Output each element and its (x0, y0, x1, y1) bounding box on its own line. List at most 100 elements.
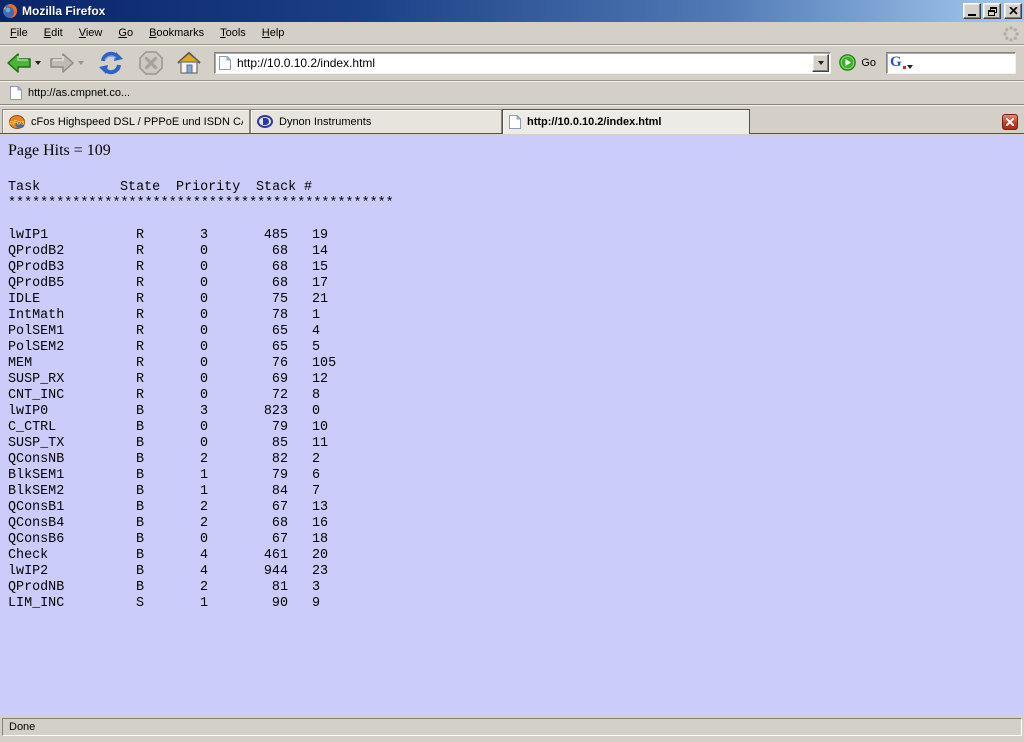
cell-priority: 0 (200, 356, 208, 371)
forward-dropdown-button[interactable] (75, 48, 86, 78)
cell-stack: 78 (208, 308, 288, 323)
cell-number: 105 (312, 356, 336, 371)
cell-state: R (136, 340, 144, 355)
cell-number: 19 (312, 228, 328, 243)
cell-task: lwIP0 (8, 404, 48, 419)
bookmark-label: http://as.cmpnet.co... (28, 87, 130, 99)
cell-number: 6 (312, 468, 320, 483)
menu-help[interactable]: Help (254, 24, 293, 42)
cell-priority: 0 (200, 388, 208, 403)
tab-1[interactable]: cFoscFos Highspeed DSL / PPPoE und ISDN … (2, 109, 250, 133)
reload-button[interactable] (96, 48, 126, 78)
cell-priority: 0 (200, 372, 208, 387)
cell-task: C_CTRL (8, 420, 56, 435)
cell-stack: 68 (208, 516, 288, 531)
cell-number: 2 (312, 452, 320, 467)
cell-stack: 68 (208, 260, 288, 275)
cfos-icon: cFos (9, 115, 25, 129)
url-dropdown-button[interactable] (812, 54, 829, 72)
go-button[interactable] (839, 54, 856, 71)
statusbar: Done (0, 716, 1024, 742)
close-tab-button[interactable] (1002, 114, 1018, 130)
table-row: MEMR076105 (0, 356, 1024, 372)
dynon-icon (257, 115, 273, 128)
menu-go[interactable]: Go (110, 24, 141, 42)
cell-task: IntMath (8, 308, 64, 323)
cell-task: SUSP_RX (8, 372, 64, 387)
home-button[interactable] (174, 48, 204, 78)
titlebar: Mozilla Firefox (0, 0, 1024, 22)
svg-text:cFos: cFos (9, 119, 25, 126)
menu-edit[interactable]: Edit (36, 24, 71, 42)
cell-number: 15 (312, 260, 328, 275)
url-input[interactable] (237, 56, 812, 70)
cell-number: 16 (312, 516, 328, 531)
cell-task: QProdB5 (8, 276, 64, 291)
back-button[interactable] (6, 48, 32, 78)
cell-priority: 2 (200, 516, 208, 531)
menu-tools[interactable]: Tools (212, 24, 254, 42)
bookmark-item[interactable]: http://as.cmpnet.co... (6, 84, 134, 102)
menu-file[interactable]: File (2, 24, 36, 42)
tab-3[interactable]: http://10.0.10.2/index.html (502, 109, 750, 134)
tab-label: Dynon Instruments (279, 116, 371, 128)
cell-task: PolSEM2 (8, 340, 64, 355)
cell-number: 14 (312, 244, 328, 259)
google-icon[interactable]: G (890, 55, 913, 70)
cell-state: B (136, 420, 144, 435)
cell-task: QConsB1 (8, 500, 64, 515)
table-row: C_CTRLB07910 (0, 420, 1024, 436)
cell-stack: 82 (208, 452, 288, 467)
page-icon (509, 115, 521, 129)
header-state: State (120, 180, 160, 195)
tab-label: http://10.0.10.2/index.html (527, 116, 661, 128)
table-row: QConsB4B26816 (0, 516, 1024, 532)
cell-stack: 75 (208, 292, 288, 307)
menubar: FileEditViewGoBookmarksToolsHelp (0, 22, 1024, 45)
cell-priority: 0 (200, 276, 208, 291)
cell-stack: 485 (208, 228, 288, 243)
cell-priority: 3 (200, 228, 208, 243)
cell-task: BlkSEM2 (8, 484, 64, 499)
table-row: PolSEM1R0654 (0, 324, 1024, 340)
cell-number: 20 (312, 548, 328, 563)
table-row: lwIP2B494423 (0, 564, 1024, 580)
cell-state: R (136, 244, 144, 259)
cell-stack: 68 (208, 276, 288, 291)
forward-button[interactable] (49, 48, 75, 78)
cell-priority: 4 (200, 564, 208, 579)
cell-task: PolSEM1 (8, 324, 64, 339)
table-row: lwIP1R348519 (0, 228, 1024, 244)
tab-bar: cFoscFos Highspeed DSL / PPPoE und ISDN … (0, 105, 1024, 136)
cell-number: 23 (312, 564, 328, 579)
cell-state: R (136, 292, 144, 307)
cell-task: QConsB4 (8, 516, 64, 531)
cell-task: IDLE (8, 292, 40, 307)
table-row: BlkSEM2B1847 (0, 484, 1024, 500)
table-row: SUSP_RXR06912 (0, 372, 1024, 388)
browser-window: Mozilla Firefox FileEditViewGoBookmarksT… (0, 0, 1024, 742)
cell-number: 4 (312, 324, 320, 339)
cell-number: 11 (312, 436, 328, 451)
tab-2[interactable]: Dynon Instruments (250, 109, 502, 133)
minimize-button[interactable] (963, 3, 981, 19)
cell-priority: 1 (200, 596, 208, 611)
cell-stack: 65 (208, 340, 288, 355)
menu-bookmarks[interactable]: Bookmarks (141, 24, 212, 42)
cell-number: 21 (312, 292, 328, 307)
cell-priority: 0 (200, 532, 208, 547)
cell-task: QConsNB (8, 452, 64, 467)
cell-number: 12 (312, 372, 328, 387)
close-button[interactable] (1004, 3, 1022, 19)
navigation-toolbar: Go G (0, 45, 1024, 81)
back-dropdown-button[interactable] (32, 48, 43, 78)
restore-button[interactable] (983, 3, 1001, 19)
stop-button[interactable] (136, 48, 166, 78)
cell-state: R (136, 324, 144, 339)
cell-task: QProdB3 (8, 260, 64, 275)
window-title: Mozilla Firefox (22, 4, 961, 18)
search-input[interactable] (916, 56, 1024, 70)
go-label[interactable]: Go (861, 57, 876, 69)
menu-view[interactable]: View (71, 24, 111, 42)
header-stack: Stack (256, 180, 296, 195)
